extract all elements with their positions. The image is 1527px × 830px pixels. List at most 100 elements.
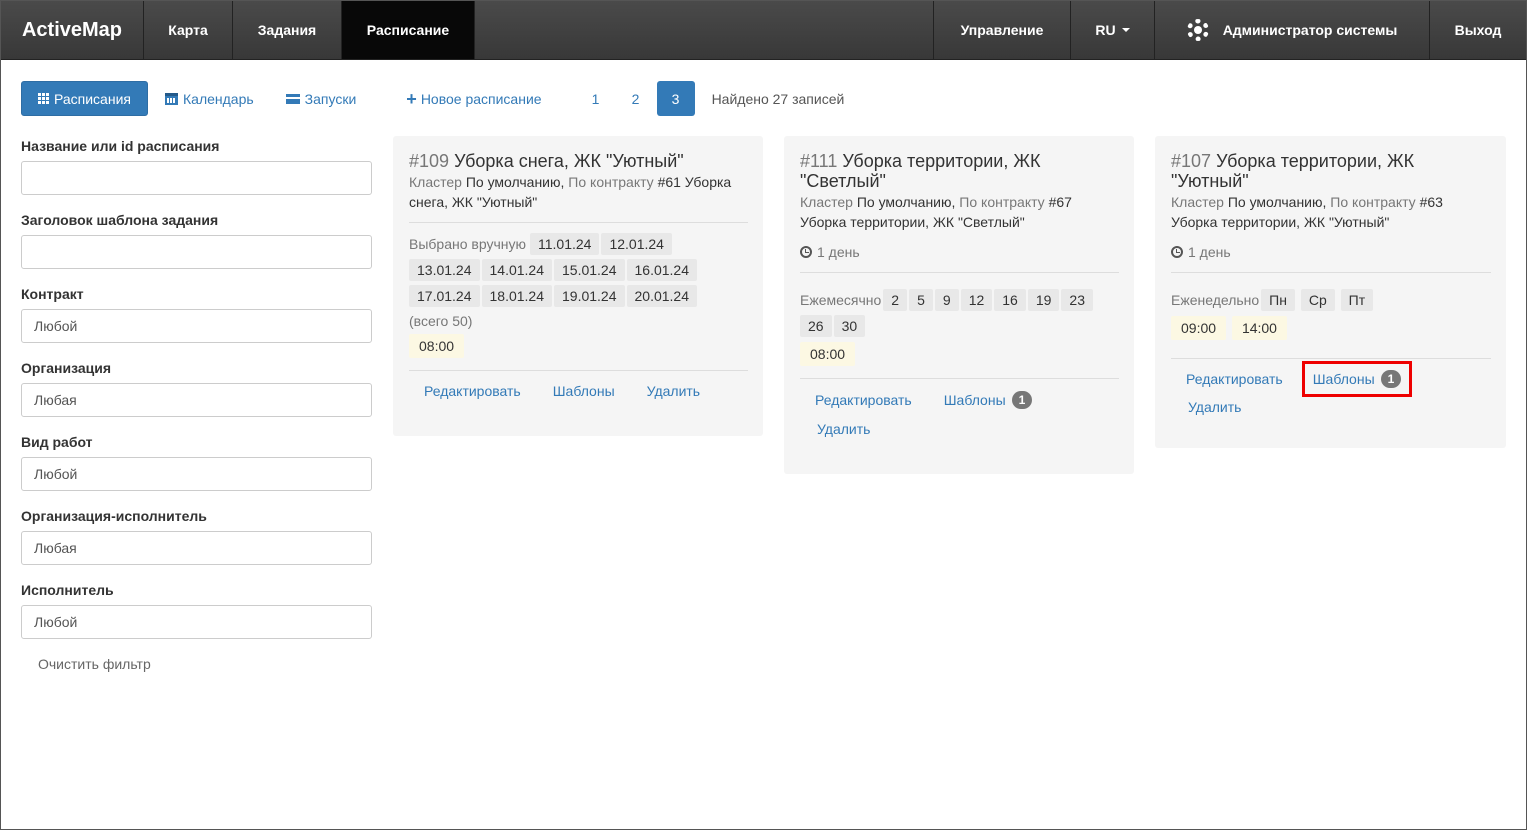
- total-count: (всего 50): [409, 313, 473, 329]
- edit-link[interactable]: Редактировать: [409, 375, 536, 407]
- user-name: Администратор системы: [1222, 22, 1398, 38]
- exec-org-select[interactable]: Любая: [21, 531, 372, 565]
- dates-row: Выбрано вручную 11.01.24 12.01.24 13.01.24 1…: [409, 233, 748, 311]
- divider: [409, 222, 748, 223]
- work-type-select[interactable]: Любой: [21, 457, 372, 491]
- day-tag: 19: [1027, 289, 1060, 311]
- times-row: 08:00: [409, 334, 748, 362]
- day-tag: Ср: [1300, 289, 1335, 311]
- card-actions: Редактировать Шаблоны Удалить: [409, 375, 748, 407]
- card-actions: Редактировать Шаблоны 1 Удалить: [800, 383, 1060, 445]
- date-tag: 11.01.24: [530, 233, 600, 255]
- day-tag: 26: [800, 315, 832, 337]
- templates-link[interactable]: Шаблоны 1: [1301, 361, 1413, 397]
- records-count: Найдено 27 записей: [711, 90, 845, 107]
- divider: [409, 370, 748, 371]
- edit-link[interactable]: Редактировать: [1171, 363, 1298, 395]
- time-tag: 09:00: [1171, 316, 1227, 340]
- divider: [800, 272, 1119, 273]
- card-title: #109 Уборка снега, ЖК "Уютный": [409, 151, 748, 171]
- lang-label: RU: [1095, 22, 1116, 38]
- caret-down-icon: [1121, 28, 1130, 32]
- nav-map[interactable]: Карта: [144, 1, 233, 59]
- templates-link[interactable]: Шаблоны 1: [929, 383, 1048, 417]
- templates-count-badge: 1: [1380, 370, 1402, 388]
- user-menu[interactable]: Администратор системы: [1155, 1, 1430, 59]
- card-meta: Кластер По умолчанию, По контракту #67 У…: [800, 192, 1119, 232]
- org-select[interactable]: Любая: [21, 383, 372, 417]
- schedule-card: #111 Уборка территории, ЖК "Светлый" Кла…: [784, 136, 1134, 474]
- brand-logo[interactable]: ActiveMap: [1, 1, 144, 59]
- day-tag: 16: [994, 289, 1026, 311]
- schedule-card: #107 Уборка территории, ЖК "Уютный" Клас…: [1155, 136, 1506, 448]
- contract-select[interactable]: Любой: [21, 309, 372, 343]
- clock-icon: [1171, 246, 1183, 258]
- nav-tasks[interactable]: Задания: [233, 1, 342, 59]
- nav-spacer: [475, 1, 934, 59]
- date-tag: 14.01.24: [481, 259, 552, 281]
- calendar-link[interactable]: Календарь: [165, 91, 254, 107]
- clock-icon: [800, 246, 812, 258]
- contract-filter-label: Контракт: [21, 286, 84, 302]
- template-filter-input[interactable]: [21, 235, 372, 269]
- executor-select[interactable]: Любой: [21, 605, 372, 639]
- card-id[interactable]: #111: [800, 151, 837, 171]
- clear-filter-button[interactable]: Очистить фильтр: [38, 656, 373, 672]
- date-tag: 15.01.24: [554, 259, 625, 281]
- time-tag: 08:00: [800, 342, 856, 366]
- days-row: Еженедельно Пн Ср Пт: [1171, 289, 1491, 315]
- mode-label: Выбрано вручную: [409, 236, 526, 252]
- day-tag: Пт: [1340, 289, 1374, 311]
- cluster-label: Кластер: [800, 194, 853, 210]
- templates-label: Шаблоны: [943, 392, 1006, 408]
- work-filter-label: Вид работ: [21, 434, 93, 450]
- divider: [1171, 358, 1491, 359]
- card-meta: Кластер По умолчанию, По контракту #61 У…: [409, 172, 748, 212]
- nav-schedule[interactable]: Расписание: [342, 1, 475, 59]
- duration: 1 день: [800, 242, 1119, 262]
- duration-text: 1 день: [1188, 244, 1231, 260]
- contract-label: По контракту: [959, 194, 1045, 210]
- launches-label: Запуски: [304, 90, 357, 107]
- templates-link[interactable]: Шаблоны: [538, 375, 630, 407]
- lang-dropdown[interactable]: RU: [1071, 1, 1155, 59]
- name-filter-label: Название или id расписания: [21, 138, 220, 154]
- time-tag: 14:00: [1231, 316, 1287, 340]
- card-id[interactable]: #107: [1171, 151, 1211, 171]
- delete-link[interactable]: Удалить: [802, 417, 885, 445]
- card-meta: Кластер По умолчанию, По контракту #63 У…: [1171, 192, 1491, 232]
- cluster-label: Кластер: [1171, 194, 1224, 210]
- date-tag: 13.01.24: [409, 259, 480, 281]
- schedules-button[interactable]: Расписания: [21, 81, 148, 116]
- page-1-button[interactable]: 1: [577, 81, 615, 116]
- name-filter-input[interactable]: [21, 161, 372, 195]
- delete-link[interactable]: Удалить: [632, 375, 715, 407]
- edit-link[interactable]: Редактировать: [800, 383, 927, 417]
- times-row: 09:00 14:00: [1171, 316, 1491, 344]
- card-actions: Редактировать Шаблоны 1 Удалить: [1171, 361, 1451, 423]
- plus-icon: +: [406, 88, 417, 109]
- times-row: 08:00: [800, 342, 1119, 370]
- page-2-button[interactable]: 2: [617, 81, 655, 116]
- launches-link[interactable]: Запуски: [285, 90, 357, 107]
- card-id[interactable]: #109: [409, 151, 449, 171]
- date-tag: 12.01.24: [601, 233, 672, 255]
- card-title: #111 Уборка территории, ЖК "Светлый": [800, 151, 1119, 191]
- nav-manage[interactable]: Управление: [934, 1, 1071, 59]
- divider: [1171, 272, 1491, 273]
- day-tag: 2: [883, 289, 908, 311]
- page-3-button[interactable]: 3: [656, 81, 695, 116]
- day-tag: 23: [1061, 289, 1093, 311]
- filter-panel: Название или id расписания Заголовок шаб…: [21, 138, 373, 672]
- templates-count-badge: 1: [1011, 391, 1033, 409]
- logout-link[interactable]: Выход: [1430, 1, 1526, 59]
- templates-label: Шаблоны: [1312, 371, 1375, 387]
- mode-label: Ежемесячно: [800, 292, 882, 308]
- calendar-label: Календарь: [183, 90, 254, 107]
- top-navbar: ActiveMap Карта Задания Расписание Управ…: [1, 1, 1526, 60]
- new-schedule-link[interactable]: + Новое расписание: [406, 88, 542, 109]
- new-schedule-label: Новое расписание: [420, 90, 542, 107]
- delete-link[interactable]: Удалить: [1173, 395, 1256, 423]
- date-tag: 18.01.24: [481, 285, 552, 307]
- executor-filter-label: Исполнитель: [21, 582, 114, 598]
